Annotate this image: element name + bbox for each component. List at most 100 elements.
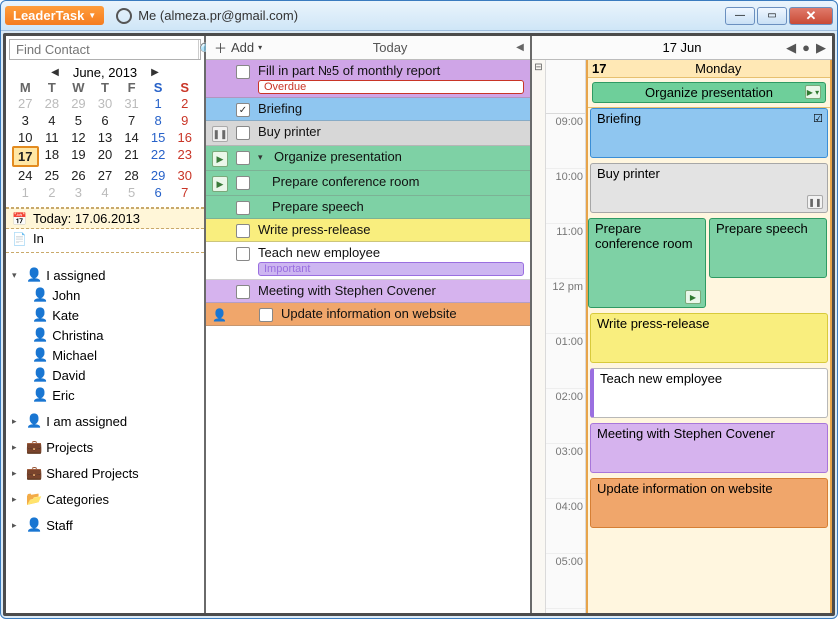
calendar-day[interactable]: 15 (145, 129, 172, 146)
schedule-event[interactable]: Prepare conference room▶ (588, 218, 706, 308)
calendar-day[interactable]: 12 (65, 129, 92, 146)
calendar-day[interactable]: 19 (65, 146, 92, 167)
task-checkbox[interactable] (236, 201, 250, 215)
person-item[interactable]: 👤David (6, 365, 204, 385)
calendar-day[interactable]: 2 (171, 95, 198, 112)
cal-prev[interactable]: ◀ (51, 67, 59, 78)
task-row[interactable]: Write press-release (206, 219, 530, 242)
search-input[interactable] (10, 40, 198, 59)
calendar-day[interactable]: 24 (12, 167, 39, 184)
today-dot-icon[interactable]: ● (802, 40, 810, 55)
task-row[interactable]: ▶▾Organize presentation (206, 146, 530, 171)
calendar-day[interactable]: 28 (39, 95, 66, 112)
schedule-event[interactable]: Meeting with Stephen Covener (590, 423, 828, 473)
add-task-button[interactable]: ＋ Add ▾ (206, 36, 270, 59)
person-item[interactable]: 👤John (6, 285, 204, 305)
task-checkbox[interactable]: ✓ (236, 103, 250, 117)
calendar-day[interactable]: 14 (118, 129, 145, 146)
allday-event[interactable]: Organize presentation ▶ ▾ (592, 82, 826, 103)
tree-i-am-assigned[interactable]: ▸ 👤 I am assigned (6, 411, 204, 431)
calendar-day[interactable]: 25 (39, 167, 66, 184)
task-checkbox[interactable] (259, 308, 273, 322)
person-item[interactable]: 👤Christina (6, 325, 204, 345)
pause-icon[interactable]: ❚❚ (807, 195, 823, 209)
calendar-day[interactable]: 13 (92, 129, 119, 146)
tree-categories[interactable]: ▸ 📂 Categories (6, 489, 204, 509)
schedule-event[interactable]: Briefing☑ (590, 108, 828, 158)
task-row[interactable]: Fill in part №5 of monthly reportOverdue (206, 60, 530, 98)
tree-staff[interactable]: ▸ 👤 Staff (6, 515, 204, 535)
maximize-button[interactable]: ▭ (757, 7, 787, 25)
task-row[interactable]: ❚❚Buy printer (206, 121, 530, 146)
calendar-day[interactable]: 29 (145, 167, 172, 184)
task-row[interactable]: 👤Update information on website (206, 303, 530, 326)
minimize-button[interactable]: — (725, 7, 755, 25)
schedule-event[interactable]: Write press-release (590, 313, 828, 363)
schedule-event[interactable]: Buy printer❚❚ (590, 163, 828, 213)
person-item[interactable]: 👤Michael (6, 345, 204, 365)
close-button[interactable]: ✕ (789, 7, 833, 25)
play-icon[interactable]: ▶ ▾ (805, 85, 821, 99)
calendar-day[interactable]: 28 (118, 167, 145, 184)
inbox-shortcut[interactable]: 📄 In (6, 229, 204, 253)
calendar-day[interactable]: 6 (145, 184, 172, 201)
task-checkbox[interactable] (236, 151, 250, 165)
calendar-day[interactable]: 7 (118, 112, 145, 129)
task-checkbox[interactable] (236, 247, 250, 261)
today-shortcut[interactable]: 📅 Today: 17.06.2013 (6, 208, 204, 229)
tree-projects[interactable]: ▸ 💼 Projects (6, 437, 204, 457)
calendar-day[interactable]: 5 (118, 184, 145, 201)
chevron-down-icon[interactable]: ▾ (258, 152, 266, 163)
tree-i-assigned[interactable]: ▾ 👤 I assigned (6, 265, 204, 285)
schedule-prev[interactable]: ◀ (786, 40, 796, 56)
task-row[interactable]: Teach new employeeImportant (206, 242, 530, 280)
calendar-day[interactable]: 3 (12, 112, 39, 129)
tree-shared-projects[interactable]: ▸ 💼 Shared Projects (6, 463, 204, 483)
play-icon[interactable]: ▶ (212, 176, 228, 192)
calendar-day[interactable]: 10 (12, 129, 39, 146)
person-item[interactable]: 👤Kate (6, 305, 204, 325)
calendar-day[interactable]: 27 (12, 95, 39, 112)
task-checkbox[interactable] (236, 65, 250, 79)
calendar-day[interactable]: 4 (92, 184, 119, 201)
calendar-day[interactable]: 6 (92, 112, 119, 129)
schedule-event[interactable]: Update information on website (590, 478, 828, 528)
task-checkbox[interactable] (236, 126, 250, 140)
schedule-next[interactable]: ▶ (816, 40, 826, 56)
task-checkbox[interactable] (236, 285, 250, 299)
calendar-day[interactable]: 31 (118, 95, 145, 112)
calendar-day[interactable]: 17 (12, 146, 39, 167)
calendar-day[interactable]: 27 (92, 167, 119, 184)
task-checkbox[interactable] (236, 224, 250, 238)
cal-next[interactable]: ▶ (151, 67, 159, 78)
calendar-day[interactable]: 5 (65, 112, 92, 129)
calendar-day[interactable]: 3 (65, 184, 92, 201)
task-checkbox[interactable] (236, 176, 250, 190)
schedule-event[interactable]: Prepare speech (709, 218, 827, 278)
calendar-day[interactable]: 11 (39, 129, 66, 146)
calendar-day[interactable]: 7 (171, 184, 198, 201)
person-item[interactable]: 👤Eric (6, 385, 204, 405)
calendar-day[interactable]: 8 (145, 112, 172, 129)
task-row[interactable]: ▶Prepare conference room (206, 171, 530, 196)
play-icon[interactable]: ▶ (685, 290, 701, 304)
calendar-day[interactable]: 16 (171, 129, 198, 146)
tasklist-prev[interactable]: ◀ (510, 42, 530, 53)
calendar-day[interactable]: 4 (39, 112, 66, 129)
calendar-day[interactable]: 9 (171, 112, 198, 129)
task-row[interactable]: ✓Briefing (206, 98, 530, 121)
collapse-toggle[interactable]: ⊟ (532, 60, 546, 613)
schedule-event[interactable]: Teach new employee (590, 368, 828, 418)
calendar-day[interactable]: 20 (92, 146, 119, 167)
calendar-day[interactable]: 30 (92, 95, 119, 112)
task-row[interactable]: Prepare speech (206, 196, 530, 219)
calendar-day[interactable]: 30 (171, 167, 198, 184)
calendar-day[interactable]: 21 (118, 146, 145, 167)
calendar-day[interactable]: 1 (12, 184, 39, 201)
calendar-day[interactable]: 29 (65, 95, 92, 112)
task-row[interactable]: Meeting with Stephen Covener (206, 280, 530, 303)
pause-icon[interactable]: ❚❚ (212, 126, 228, 142)
calendar-day[interactable]: 1 (145, 95, 172, 112)
account-button[interactable]: Me (almeza.pr@gmail.com) (116, 8, 298, 24)
app-menu-button[interactable]: LeaderTask ▼ (5, 6, 104, 25)
